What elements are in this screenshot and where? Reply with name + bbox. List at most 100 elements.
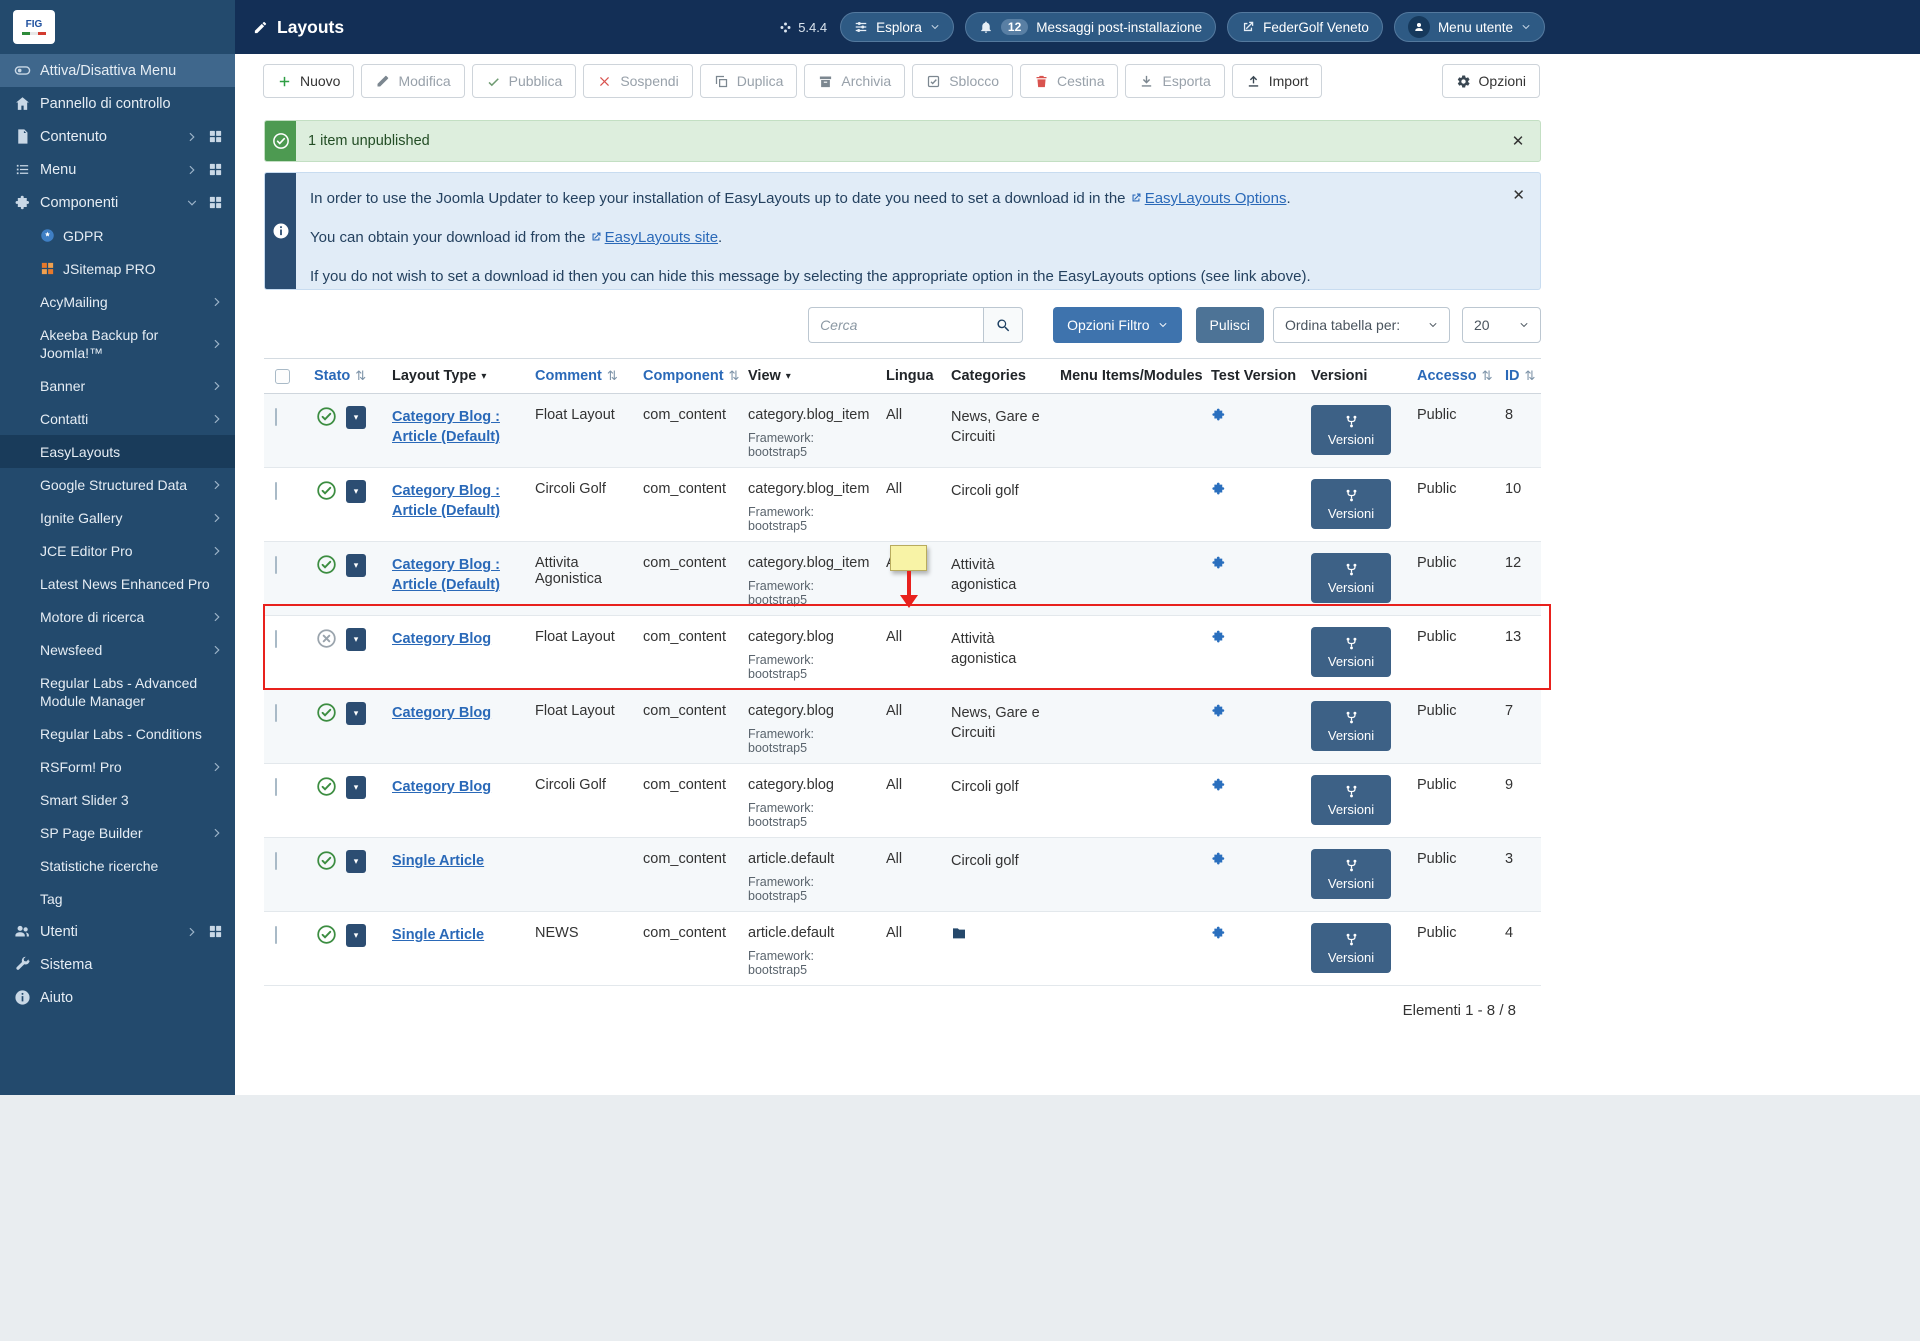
sidebar-item-tag[interactable]: Tag xyxy=(0,882,235,915)
sidebar-item-aiuto[interactable]: Aiuto xyxy=(0,981,235,1014)
versions-button[interactable]: Versioni xyxy=(1311,553,1391,603)
status-published-icon[interactable] xyxy=(316,554,337,575)
header-pill-site-preview[interactable]: FederGolf Veneto xyxy=(1227,12,1383,42)
toolbar-button-esporta[interactable]: Esporta xyxy=(1125,64,1224,98)
sort-table-select[interactable]: Ordina tabella per: xyxy=(1273,307,1450,343)
toolbar-button-opzioni[interactable]: Opzioni xyxy=(1442,64,1540,98)
row-checkbox[interactable] xyxy=(275,926,277,944)
status-dropdown-button[interactable]: ▾ xyxy=(346,554,366,577)
column-header-stato[interactable]: Stato⇅ xyxy=(302,368,384,384)
info-alert-close-button[interactable]: ✕ xyxy=(1512,186,1525,204)
layout-type-link[interactable]: Category Blog xyxy=(392,703,491,723)
sidebar-item-akeeba-backup-for-joomla[interactable]: Akeeba Backup for Joomla!™ xyxy=(0,318,235,369)
sidebar-item-gdpr[interactable]: GDPR xyxy=(0,219,235,252)
sidebar-item-easylayouts[interactable]: EasyLayouts xyxy=(0,435,235,468)
test-version-puzzle-icon[interactable] xyxy=(1211,629,1226,644)
column-header-accesso[interactable]: Accesso⇅ xyxy=(1409,368,1497,384)
layout-type-link[interactable]: Category Blog xyxy=(392,777,491,797)
easylayouts-options-link[interactable]: EasyLayouts Options xyxy=(1130,190,1287,207)
page-size-select[interactable]: 20 xyxy=(1462,307,1541,343)
versions-button[interactable]: Versioni xyxy=(1311,627,1391,677)
versions-button[interactable]: Versioni xyxy=(1311,849,1391,899)
sidebar-item-acymailing[interactable]: AcyMailing xyxy=(0,285,235,318)
status-dropdown-button[interactable]: ▾ xyxy=(346,702,366,725)
layout-type-link[interactable]: Category Blog : Article (Default) xyxy=(392,407,521,447)
versions-button[interactable]: Versioni xyxy=(1311,701,1391,751)
status-dropdown-button[interactable]: ▾ xyxy=(346,628,366,651)
status-published-icon[interactable] xyxy=(316,776,337,797)
sidebar-item-jce-editor-pro[interactable]: JCE Editor Pro xyxy=(0,534,235,567)
header-pill-post-installation-messages[interactable]: 12Messaggi post-installazione xyxy=(965,12,1216,42)
versions-button[interactable]: Versioni xyxy=(1311,923,1391,973)
test-version-puzzle-icon[interactable] xyxy=(1211,851,1226,866)
layout-type-link[interactable]: Single Article xyxy=(392,851,484,871)
toolbar-button-modifica[interactable]: Modifica xyxy=(361,64,464,98)
clear-filters-button[interactable]: Pulisci xyxy=(1196,307,1264,343)
column-header-component[interactable]: Component⇅ xyxy=(635,368,740,384)
row-checkbox[interactable] xyxy=(275,482,277,500)
easylayouts-site-link[interactable]: EasyLayouts site xyxy=(590,229,718,246)
sidebar-item-smart-slider-3[interactable]: Smart Slider 3 xyxy=(0,783,235,816)
test-version-puzzle-icon[interactable] xyxy=(1211,407,1226,422)
status-dropdown-button[interactable]: ▾ xyxy=(346,776,366,799)
toolbar-button-archivia[interactable]: Archivia xyxy=(804,64,905,98)
test-version-puzzle-icon[interactable] xyxy=(1211,777,1226,792)
row-checkbox[interactable] xyxy=(275,778,277,796)
success-alert-close-button[interactable]: ✕ xyxy=(1496,121,1540,161)
sidebar-item-google-structured-data[interactable]: Google Structured Data xyxy=(0,468,235,501)
sidebar-item-regular-labs-advanced-module-manager[interactable]: Regular Labs - Advanced Module Manager xyxy=(0,666,235,717)
search-input[interactable] xyxy=(808,307,983,343)
sidebar-item-contenuto[interactable]: Contenuto xyxy=(0,120,235,153)
sidebar-item-sistema[interactable]: Sistema xyxy=(0,948,235,981)
layout-type-link[interactable]: Category Blog xyxy=(392,629,491,649)
column-header-layout-type[interactable]: Layout Type▾ xyxy=(384,368,527,384)
toolbar-button-duplica[interactable]: Duplica xyxy=(700,64,798,98)
status-published-icon[interactable] xyxy=(316,702,337,723)
column-header-id[interactable]: ID⇅ xyxy=(1497,368,1541,384)
search-button[interactable] xyxy=(983,307,1023,343)
sidebar-item-componenti[interactable]: Componenti xyxy=(0,186,235,219)
layout-type-link[interactable]: Category Blog : Article (Default) xyxy=(392,555,521,595)
row-checkbox[interactable] xyxy=(275,630,277,648)
toolbar-button-sblocco[interactable]: Sblocco xyxy=(912,64,1013,98)
status-unpublished-icon[interactable] xyxy=(316,628,337,649)
test-version-puzzle-icon[interactable] xyxy=(1211,481,1226,496)
app-logo[interactable]: FIG xyxy=(13,10,55,44)
sidebar-item-banner[interactable]: Banner xyxy=(0,369,235,402)
layout-type-link[interactable]: Category Blog : Article (Default) xyxy=(392,481,521,521)
sidebar-item-newsfeed[interactable]: Newsfeed xyxy=(0,633,235,666)
header-pill-user-menu[interactable]: Menu utente xyxy=(1394,12,1545,42)
sidebar-item-menu[interactable]: Menu xyxy=(0,153,235,186)
test-version-puzzle-icon[interactable] xyxy=(1211,703,1226,718)
toolbar-button-sospendi[interactable]: Sospendi xyxy=(583,64,692,98)
status-published-icon[interactable] xyxy=(316,480,337,501)
sidebar-item-pannello-di-controllo[interactable]: Pannello di controllo xyxy=(0,87,235,120)
sidebar-item-jsitemap-pro[interactable]: JSitemap PRO xyxy=(0,252,235,285)
status-dropdown-button[interactable]: ▾ xyxy=(346,406,366,429)
row-checkbox[interactable] xyxy=(275,556,277,574)
row-checkbox[interactable] xyxy=(275,704,277,722)
sidebar-item-sp-page-builder[interactable]: SP Page Builder xyxy=(0,816,235,849)
versions-button[interactable]: Versioni xyxy=(1311,405,1391,455)
status-published-icon[interactable] xyxy=(316,924,337,945)
row-checkbox[interactable] xyxy=(275,852,277,870)
toolbar-button-import[interactable]: Import xyxy=(1232,64,1323,98)
sidebar-item-motore-di-ricerca[interactable]: Motore di ricerca xyxy=(0,600,235,633)
sidebar-item-rsform-pro[interactable]: RSForm! Pro xyxy=(0,750,235,783)
header-pill-explore[interactable]: Esplora xyxy=(840,12,954,42)
status-dropdown-button[interactable]: ▾ xyxy=(346,850,366,873)
status-dropdown-button[interactable]: ▾ xyxy=(346,480,366,503)
sidebar-item-statistiche-ricerche[interactable]: Statistiche ricerche xyxy=(0,849,235,882)
toolbar-button-pubblica[interactable]: Pubblica xyxy=(472,64,577,98)
layout-type-link[interactable]: Single Article xyxy=(392,925,484,945)
sidebar-item-regular-labs-conditions[interactable]: Regular Labs - Conditions xyxy=(0,717,235,750)
status-published-icon[interactable] xyxy=(316,850,337,871)
sidebar-toggle-button[interactable]: Attiva/Disattiva Menu xyxy=(0,54,235,87)
sidebar-item-contatti[interactable]: Contatti xyxy=(0,402,235,435)
status-published-icon[interactable] xyxy=(316,406,337,427)
sidebar-item-ignite-gallery[interactable]: Ignite Gallery xyxy=(0,501,235,534)
select-all-checkbox[interactable] xyxy=(275,369,290,384)
toolbar-button-nuovo[interactable]: Nuovo xyxy=(263,64,354,98)
status-dropdown-button[interactable]: ▾ xyxy=(346,924,366,947)
sidebar-item-latest-news-enhanced-pro[interactable]: Latest News Enhanced Pro xyxy=(0,567,235,600)
